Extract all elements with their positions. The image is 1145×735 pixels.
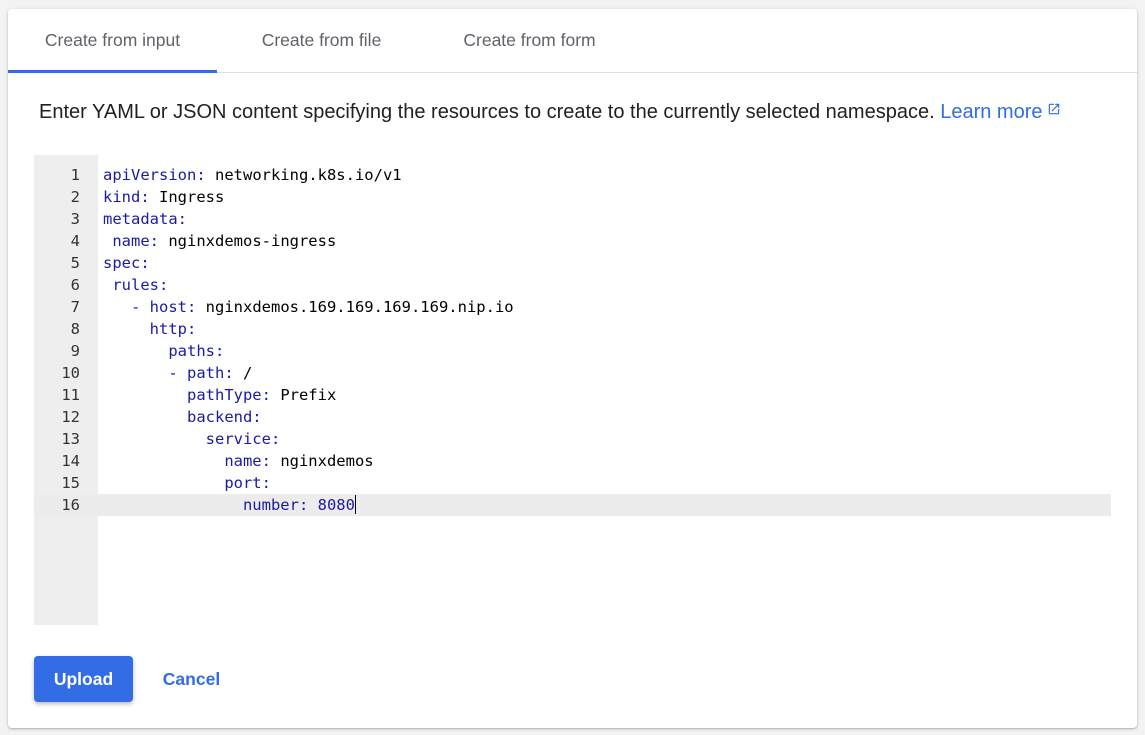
line-number: 6 [70,276,80,294]
yaml-value: nginxdemos.169.169.169.169.nip.io [196,298,514,316]
line-number: 8 [70,320,80,338]
code-text: backend: [103,406,262,428]
code-line: 1 apiVersion: networking.k8s.io/v1 [34,164,1111,186]
yaml-value: nginxdemos-ingress [159,232,337,250]
yaml-value: 8080 [308,496,355,514]
code-line: 16 number: 8080 [34,494,1111,516]
line-number: 11 [61,386,80,404]
code-line: 8 http: [34,318,1111,340]
code-line: 4 name: nginxdemos-ingress [34,230,1111,252]
code-text: spec: [103,252,150,274]
yaml-key: - host: [103,298,197,316]
yaml-key: kind: [103,188,150,206]
yaml-key: apiVersion: [103,166,206,184]
code-text: - host: nginxdemos.169.169.169.169.nip.i… [103,296,514,318]
yaml-key: spec: [103,254,150,272]
code-line: 13 service: [34,428,1111,450]
code-text: pathType: Prefix [103,384,336,406]
code-text: number: 8080 [103,494,356,516]
tab-bar: Create from input Create from file Creat… [8,9,1137,73]
code-line: 6 rules: [34,274,1111,296]
learn-more-link[interactable]: Learn more [940,101,1061,123]
tab-create-from-form[interactable]: Create from form [426,9,633,72]
code-text: port: [103,472,271,494]
yaml-code-editor[interactable]: 1 apiVersion: networking.k8s.io/v1 2 kind: … [34,155,1111,625]
line-number: 5 [70,254,80,272]
code-line: 14 name: nginxdemos [34,450,1111,472]
line-number: 12 [61,408,80,426]
tab-label: Create from form [463,30,596,50]
code-text: rules: [103,274,168,296]
line-number: 1 [70,166,80,184]
yaml-key: service: [103,430,281,448]
intro-text: Enter YAML or JSON content specifying th… [39,99,1061,124]
cancel-button[interactable]: Cancel [148,656,235,702]
yaml-key: port: [103,474,271,492]
yaml-key: http: [103,320,197,338]
yaml-key: paths: [103,342,225,360]
yaml-key: rules: [103,276,169,294]
yaml-key: name: [103,452,271,470]
code-text: name: nginxdemos [103,450,374,472]
line-number: 3 [70,210,80,228]
code-text: - path: / [103,362,252,384]
tab-create-from-file[interactable]: Create from file [217,9,426,72]
code-line: 9 paths: [34,340,1111,362]
yaml-key: pathType: [103,386,271,404]
learn-more-label: Learn more [940,101,1043,123]
line-number: 14 [61,452,80,470]
upload-button[interactable]: Upload [34,656,133,702]
yaml-key: name: [103,232,159,250]
code-line: 15 port: [34,472,1111,494]
code-line: 12 backend: [34,406,1111,428]
create-resource-card: Create from input Create from file Creat… [8,9,1137,728]
code-line: 2 kind: Ingress [34,186,1111,208]
line-number: 13 [61,430,80,448]
yaml-key: metadata: [103,210,187,228]
code-text: service: [103,428,281,450]
code-line: 11 pathType: Prefix [34,384,1111,406]
code-line: 3 metadata: [34,208,1111,230]
code-line: 10 - path: / [34,362,1111,384]
line-number: 15 [61,474,80,492]
text-cursor [354,495,356,514]
tab-create-from-input[interactable]: Create from input [8,9,217,73]
code-text: name: nginxdemos-ingress [103,230,336,252]
open-in-new-icon [1047,99,1061,122]
yaml-key: number: [103,496,309,514]
yaml-value: / [233,364,253,382]
line-number: 9 [70,342,80,360]
code-text: http: [103,318,197,340]
intro-description: Enter YAML or JSON content specifying th… [39,101,935,123]
tab-label: Create from input [44,30,181,50]
active-tab-indicator [8,70,217,73]
yaml-value: Ingress [149,188,225,206]
yaml-value: networking.k8s.io/v1 [205,166,402,184]
yaml-value: Prefix [270,386,337,404]
line-number: 4 [70,232,80,250]
code-text: kind: Ingress [103,186,224,208]
line-number: 10 [61,364,80,382]
yaml-key: - path: [103,364,234,382]
code-text: metadata: [103,208,187,230]
tab-label: Create from file [261,30,382,50]
yaml-value: nginxdemos [270,452,374,470]
code-line: 5 spec: [34,252,1111,274]
code-text: paths: [103,340,224,362]
line-number: 16 [61,496,80,514]
code-line: 7 - host: nginxdemos.169.169.169.169.nip… [34,296,1111,318]
line-number: 2 [70,188,80,206]
line-number: 7 [70,298,80,316]
yaml-key: backend: [103,408,262,426]
code-text: apiVersion: networking.k8s.io/v1 [103,164,402,186]
